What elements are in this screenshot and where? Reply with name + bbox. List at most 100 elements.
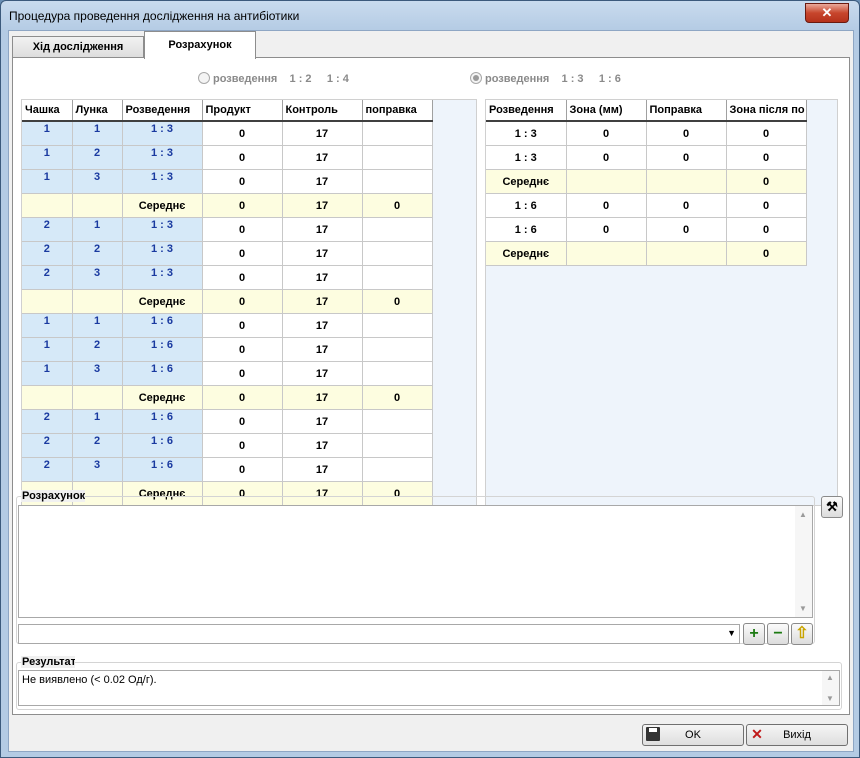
wells-cell[interactable] [362, 433, 433, 458]
table-row[interactable]: 111 : 6 0 17 [22, 313, 433, 338]
scroll-up-icon[interactable]: ▲ [826, 673, 834, 682]
wells-header-cell[interactable]: Продукт [202, 100, 283, 122]
wells-cell[interactable]: 0 [202, 409, 283, 434]
wells-cell[interactable]: 2 [22, 217, 73, 242]
table-row[interactable]: Середнє 0 17 0 [22, 289, 433, 314]
zones-cell[interactable]: 1 : 3 [486, 145, 567, 170]
scroll-down-icon[interactable]: ▼ [826, 694, 834, 703]
wells-cell[interactable]: 0 [202, 241, 283, 266]
zones-cell[interactable]: Середнє [486, 241, 567, 266]
wells-cell[interactable]: 0 [362, 385, 433, 410]
table-row[interactable]: 211 : 6 0 17 [22, 409, 433, 434]
ok-button[interactable]: OK [642, 724, 744, 746]
scroll-up-icon[interactable]: ▲ [799, 510, 807, 519]
wells-header-cell[interactable]: Чашка [22, 100, 73, 122]
exit-button[interactable]: ✕ Вихід [746, 724, 848, 746]
table-row[interactable]: 121 : 6 0 17 [22, 337, 433, 362]
wells-cell[interactable]: 0 [362, 193, 433, 218]
wells-cell[interactable]: 2 [22, 457, 73, 482]
wells-cell[interactable]: 17 [282, 433, 363, 458]
zones-cell[interactable] [646, 241, 727, 266]
radio-dilution-1-2[interactable]: розведення 1 : 2 1 : 4 [198, 72, 349, 85]
wells-cell[interactable] [362, 313, 433, 338]
wells-cell[interactable]: 1 [22, 337, 73, 362]
wells-header-cell[interactable]: Контроль [282, 100, 363, 122]
wells-cell[interactable]: 1 : 6 [122, 457, 203, 482]
wells-cell[interactable] [362, 457, 433, 482]
table-row[interactable]: 231 : 3 0 17 [22, 265, 433, 290]
wells-cell[interactable]: 3 [72, 457, 123, 482]
wells-cell[interactable]: 1 [22, 169, 73, 194]
wells-cell[interactable]: 0 [202, 217, 283, 242]
table-row[interactable]: 221 : 6 0 17 [22, 433, 433, 458]
zones-cell[interactable]: 0 [566, 145, 647, 170]
wells-cell[interactable]: 0 [202, 337, 283, 362]
tab-calculation[interactable]: Розрахунок [144, 31, 256, 59]
wells-cell[interactable] [362, 145, 433, 170]
move-up-button[interactable]: ⇧ [791, 623, 813, 645]
wells-cell[interactable]: 17 [282, 409, 363, 434]
wells-cell[interactable]: 1 : 6 [122, 409, 203, 434]
wells-cell[interactable]: 0 [202, 121, 283, 146]
zones-cell[interactable]: 0 [566, 217, 647, 242]
wells-cell[interactable]: 17 [282, 457, 363, 482]
table-row[interactable]: Середнє 0 [486, 169, 807, 194]
table-row[interactable]: 221 : 3 0 17 [22, 241, 433, 266]
table-row[interactable]: 111 : 3 0 17 [22, 121, 433, 146]
wells-cell[interactable] [362, 121, 433, 146]
wells-cell[interactable]: 2 [72, 241, 123, 266]
calc-memo[interactable]: ▲ ▼ [18, 505, 813, 618]
wells-cell[interactable]: 3 [72, 169, 123, 194]
table-row[interactable]: 1 : 6000 [486, 193, 807, 218]
close-button[interactable]: ✕ [805, 3, 849, 23]
wells-cell[interactable] [362, 265, 433, 290]
wells-cell[interactable]: 1 [22, 145, 73, 170]
wells-cell[interactable]: 1 : 6 [122, 361, 203, 386]
wells-cell[interactable]: 17 [282, 217, 363, 242]
wells-cell[interactable]: 1 [72, 217, 123, 242]
wells-cell[interactable]: 0 [362, 289, 433, 314]
result-memo[interactable]: Не виявлено (< 0.02 Од/г). ▲ ▼ [18, 670, 840, 706]
wells-cell[interactable] [362, 337, 433, 362]
wells-cell[interactable]: 2 [72, 337, 123, 362]
wells-cell[interactable]: 17 [282, 313, 363, 338]
zones-cell[interactable] [566, 169, 647, 194]
wells-cell[interactable]: 0 [202, 289, 283, 314]
wells-cell[interactable] [22, 193, 73, 218]
table-row[interactable]: 121 : 3 0 17 [22, 145, 433, 170]
wells-cell[interactable]: 0 [202, 433, 283, 458]
calc-memo-scrollbar[interactable]: ▲ ▼ [795, 506, 812, 617]
zones-cell[interactable]: 0 [726, 145, 807, 170]
zones-cell[interactable]: 1 : 3 [486, 121, 567, 146]
wells-cell[interactable]: 0 [202, 265, 283, 290]
zones-cell[interactable]: 0 [726, 121, 807, 146]
zones-header-cell[interactable]: Розведення [486, 100, 567, 122]
wells-cell[interactable]: 2 [22, 433, 73, 458]
wells-cell[interactable]: 0 [202, 145, 283, 170]
wells-cell[interactable]: Середнє [122, 385, 203, 410]
add-button[interactable]: + [743, 623, 765, 645]
wells-cell[interactable]: 17 [282, 145, 363, 170]
scroll-down-icon[interactable]: ▼ [799, 604, 807, 613]
tab-progress[interactable]: Хід дослідження [12, 36, 144, 58]
wells-cell[interactable]: 17 [282, 121, 363, 146]
table-row[interactable]: Середнє 0 17 0 [22, 385, 433, 410]
zones-cell[interactable] [646, 169, 727, 194]
wells-cell[interactable]: 1 : 3 [122, 241, 203, 266]
wells-cell[interactable] [72, 289, 123, 314]
calc-combo[interactable]: ▼ [18, 624, 740, 644]
radio-dilution-1-3[interactable]: розведення 1 : 3 1 : 6 [470, 72, 621, 85]
zones-header-cell[interactable]: Зона (мм) [566, 100, 647, 122]
wells-cell[interactable]: 1 [72, 121, 123, 146]
wells-cell[interactable]: 3 [72, 265, 123, 290]
table-row[interactable]: 1 : 3000 [486, 121, 807, 146]
wells-cell[interactable]: 0 [202, 361, 283, 386]
zones-cell[interactable]: Середнє [486, 169, 567, 194]
wells-cell[interactable]: 2 [22, 265, 73, 290]
wells-cell[interactable]: 1 : 6 [122, 433, 203, 458]
wells-cell[interactable]: 17 [282, 361, 363, 386]
wells-cell[interactable] [362, 217, 433, 242]
zones-cell[interactable]: 1 : 6 [486, 217, 567, 242]
table-row[interactable]: 1 : 6000 [486, 217, 807, 242]
wells-cell[interactable]: 2 [22, 241, 73, 266]
